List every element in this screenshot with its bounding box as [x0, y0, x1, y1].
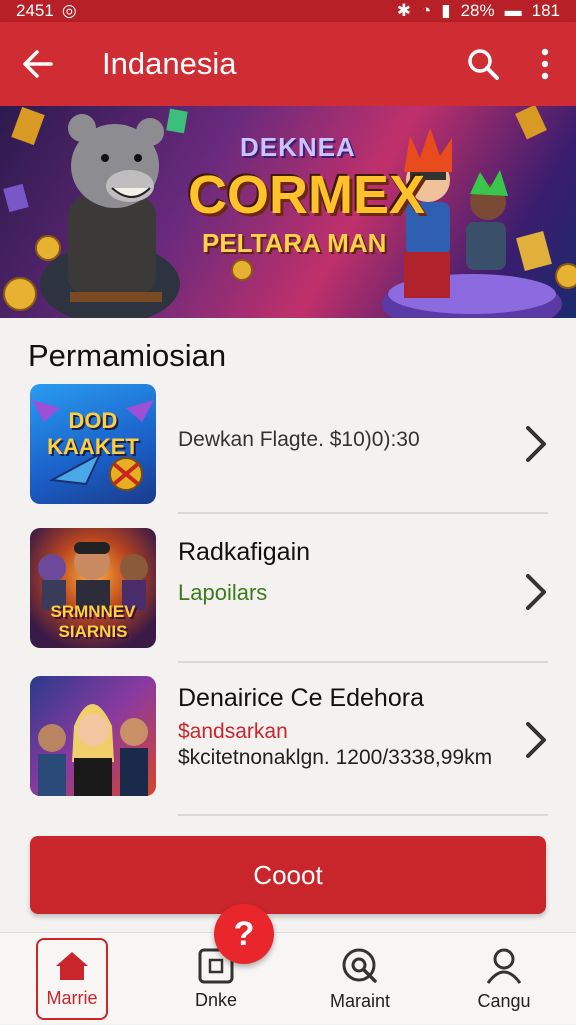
- search-button[interactable]: [452, 22, 514, 106]
- banner-line2: CORMEX: [188, 165, 426, 225]
- signal-icon: ▮: [441, 1, 451, 20]
- nav-item-maraint[interactable]: Maraint: [288, 933, 432, 1025]
- more-menu-button[interactable]: [514, 22, 576, 106]
- list-item[interactable]: Denairice Ce Edehora $andsarkan $kcitetn…: [0, 672, 576, 812]
- nav-item-home[interactable]: Marrie: [0, 933, 144, 1025]
- chevron-right-icon: [526, 426, 546, 462]
- item-thumbnail: SRMNNEV SIARNIS: [30, 528, 156, 648]
- item-subtitle: $andsarkan: [178, 720, 288, 743]
- item-thumbnail: DOD KAAKET: [30, 384, 156, 504]
- banner-line3: PELTARA MAN: [202, 228, 387, 258]
- primary-action-button[interactable]: Cooot: [30, 836, 546, 914]
- nav-label: Dnke: [194, 989, 238, 1010]
- arrow-left-icon: [23, 50, 53, 78]
- notification-icon: ◎: [61, 1, 77, 20]
- item-detail: Dewkan Flagte. $10)0):30: [178, 428, 420, 451]
- item-detail: $kcitetnonaklgn. 1200/3338,99km: [178, 746, 493, 769]
- more-vertical-icon: [541, 48, 549, 80]
- page-title: Indanesia: [102, 46, 237, 81]
- list-item[interactable]: SRMNNEV SIARNIS Radkafigain Lapoilars: [0, 524, 576, 658]
- chevron-right-icon: [526, 574, 546, 610]
- banner-line1: DEKNEA: [240, 132, 356, 162]
- help-button[interactable]: ?: [214, 904, 274, 964]
- back-button[interactable]: [0, 22, 76, 106]
- promo-banner[interactable]: DEKNEA CORMEX PELTARA MAN: [0, 106, 576, 318]
- nav-item-cangu[interactable]: Cangu: [432, 933, 576, 1025]
- thumbnail-title: DOD KAAKET: [47, 408, 139, 459]
- home-icon: [56, 951, 88, 980]
- game-art: [38, 704, 148, 796]
- divider: [178, 661, 548, 663]
- list-item[interactable]: DOD KAAKET Dewkan Flagte. $10)0):30: [0, 380, 576, 510]
- divider: [178, 814, 548, 816]
- battery-level: 28%: [460, 1, 495, 20]
- nav-label: Maraint: [329, 990, 391, 1011]
- wifi-icon: ◔: [420, 1, 432, 20]
- item-title: Denairice Ce Edehora: [178, 684, 424, 712]
- bottom-nav: Marrie Dnke Maraint Cangu: [0, 932, 576, 1024]
- person-icon: [486, 948, 522, 984]
- thumbnail-title: SRMNNEV SIARNIS: [50, 602, 136, 641]
- search-icon: [468, 49, 499, 80]
- item-thumbnail: [30, 676, 156, 796]
- status-time: 2451: [16, 1, 54, 20]
- nav-label: Cangu: [477, 990, 531, 1011]
- app-bar: Indanesia: [0, 22, 576, 106]
- nav-label: Marrie: [46, 987, 98, 1008]
- battery-icon: ▬: [504, 1, 522, 20]
- bluetooth-icon: ✱: [396, 1, 411, 20]
- section-title: Permamiosian: [28, 338, 227, 373]
- chevron-right-icon: [526, 722, 546, 758]
- status-extra: 181: [531, 1, 560, 20]
- item-subtitle: Lapoilars: [178, 580, 268, 605]
- item-title: Radkafigain: [178, 538, 311, 566]
- search-circle-icon: [342, 948, 377, 983]
- divider: [178, 512, 548, 514]
- status-bar: 2451 ◎ ✱ ◔ ▮ 28% ▬ 181: [0, 0, 576, 22]
